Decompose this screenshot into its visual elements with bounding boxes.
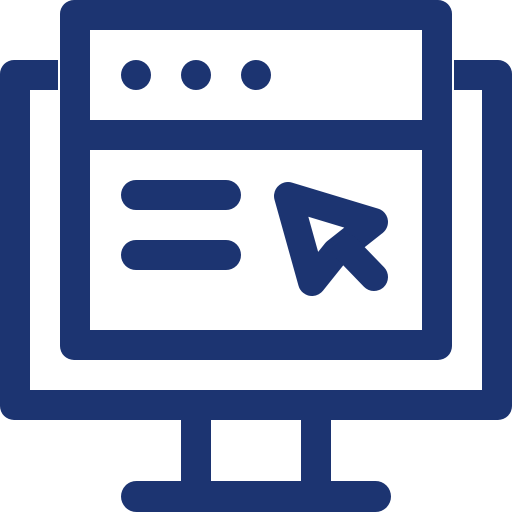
- monitor-base: [121, 481, 391, 512]
- computer-browser-cursor-icon: [0, 0, 512, 512]
- text-line-1: [121, 180, 241, 210]
- browser-titlebar-divider: [88, 120, 424, 150]
- window-dot-3: [241, 60, 271, 90]
- monitor-stand-right: [301, 410, 331, 484]
- icon-canvas: [0, 0, 512, 512]
- cursor-icon: [274, 182, 388, 296]
- window-dot-1: [121, 60, 151, 90]
- monitor-stand-left: [181, 410, 211, 484]
- browser-window-gap: [58, 0, 454, 362]
- window-dot-2: [181, 60, 211, 90]
- text-line-2: [121, 240, 241, 270]
